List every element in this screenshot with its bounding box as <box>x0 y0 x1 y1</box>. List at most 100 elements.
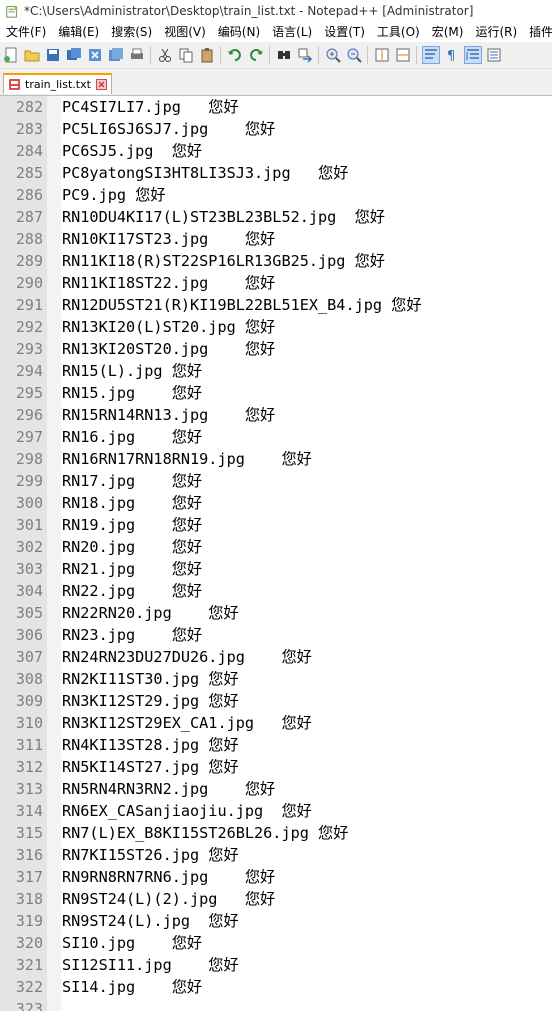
show-all-chars-icon[interactable]: ¶ <box>444 47 460 63</box>
close-file-icon[interactable] <box>87 47 103 63</box>
line-text[interactable]: RN7KI15ST26.jpg 您好 <box>62 844 239 866</box>
menu-item[interactable]: 编码(N) <box>212 22 266 42</box>
editor-line[interactable]: 299 RN17.jpg 您好 <box>0 470 552 492</box>
line-text[interactable]: RN13KI20ST20.jpg 您好 <box>62 338 275 360</box>
line-text[interactable]: RN21.jpg 您好 <box>62 558 202 580</box>
line-text[interactable]: RN9ST24(L)(2).jpg 您好 <box>62 888 275 910</box>
close-tab-icon[interactable] <box>95 79 107 90</box>
menu-item[interactable]: 设置(T) <box>318 22 371 42</box>
line-text[interactable]: PC9.jpg 您好 <box>62 184 166 206</box>
line-text[interactable]: PC6SJ5.jpg 您好 <box>62 140 202 162</box>
function-list-icon[interactable] <box>486 47 502 63</box>
line-text[interactable]: RN10DU4KI17(L)ST23BL23BL52.jpg 您好 <box>62 206 385 228</box>
editor-line[interactable]: 283 PC5LI6SJ6SJ7.jpg 您好 <box>0 118 552 140</box>
line-text[interactable]: SI12SI11.jpg 您好 <box>62 954 239 976</box>
editor-line[interactable]: 311 RN4KI13ST28.jpg 您好 <box>0 734 552 756</box>
editor-line[interactable]: 319 RN9ST24(L).jpg 您好 <box>0 910 552 932</box>
editor-line[interactable]: 296 RN15RN14RN13.jpg 您好 <box>0 404 552 426</box>
menu-item[interactable]: 视图(V) <box>158 22 212 42</box>
editor-line[interactable]: 298 RN16RN17RN18RN19.jpg 您好 <box>0 448 552 470</box>
editor-line[interactable]: 293 RN13KI20ST20.jpg 您好 <box>0 338 552 360</box>
menu-item[interactable]: 工具(O) <box>371 22 426 42</box>
line-text[interactable]: RN6EX_CASanjiaojiu.jpg 您好 <box>62 800 312 822</box>
line-text[interactable]: RN23.jpg 您好 <box>62 624 202 646</box>
line-text[interactable]: SI14.jpg 您好 <box>62 976 202 998</box>
line-text[interactable]: RN16RN17RN18RN19.jpg 您好 <box>62 448 312 470</box>
editor-line[interactable]: 294 RN15(L).jpg 您好 <box>0 360 552 382</box>
line-text[interactable]: SI10.jpg 您好 <box>62 932 202 954</box>
editor-line[interactable]: 287 RN10DU4KI17(L)ST23BL23BL52.jpg 您好 <box>0 206 552 228</box>
editor-line[interactable]: 321 SI12SI11.jpg 您好 <box>0 954 552 976</box>
line-text[interactable]: RN18.jpg 您好 <box>62 492 202 514</box>
editor-line[interactable]: 292 RN13KI20(L)ST20.jpg 您好 <box>0 316 552 338</box>
editor-line[interactable]: 302 RN20.jpg 您好 <box>0 536 552 558</box>
line-text[interactable]: RN24RN23DU27DU26.jpg 您好 <box>62 646 312 668</box>
line-text[interactable]: RN11KI18(R)ST22SP16LR13GB25.jpg 您好 <box>62 250 385 272</box>
word-wrap-icon[interactable] <box>421 46 440 64</box>
editor-line[interactable]: 285 PC8yatongSI3HT8LI3SJ3.jpg 您好 <box>0 162 552 184</box>
save-icon[interactable] <box>45 47 61 63</box>
line-text[interactable]: RN15(L).jpg 您好 <box>62 360 202 382</box>
line-text[interactable]: RN5KI14ST27.jpg 您好 <box>62 756 239 778</box>
find-icon[interactable] <box>276 47 292 63</box>
zoom-out-icon[interactable] <box>346 47 362 63</box>
menu-item[interactable]: 宏(M) <box>426 22 470 42</box>
save-all-icon[interactable] <box>66 47 82 63</box>
line-text[interactable]: PC8yatongSI3HT8LI3SJ3.jpg 您好 <box>62 162 348 184</box>
menu-item[interactable]: 运行(R) <box>469 22 523 42</box>
menu-item[interactable]: 编辑(E) <box>52 22 105 42</box>
print-icon[interactable] <box>129 47 145 63</box>
editor[interactable]: 282 PC4SI7LI7.jpg 您好 283 PC5LI6SJ6SJ7.jpg 您… <box>0 96 552 1011</box>
zoom-in-icon[interactable] <box>325 47 341 63</box>
new-file-icon[interactable] <box>3 47 19 63</box>
line-text[interactable]: RN5RN4RN3RN2.jpg 您好 <box>62 778 275 800</box>
editor-line[interactable]: 297 RN16.jpg 您好 <box>0 426 552 448</box>
line-text[interactable]: RN4KI13ST28.jpg 您好 <box>62 734 239 756</box>
open-file-icon[interactable] <box>24 47 40 63</box>
editor-line[interactable]: 305 RN22RN20.jpg 您好 <box>0 602 552 624</box>
paste-icon[interactable] <box>199 47 215 63</box>
line-text[interactable]: RN9ST24(L).jpg 您好 <box>62 910 239 932</box>
editor-line[interactable]: 300 RN18.jpg 您好 <box>0 492 552 514</box>
line-text[interactable]: RN15.jpg 您好 <box>62 382 202 404</box>
editor-line[interactable]: 289 RN11KI18(R)ST22SP16LR13GB25.jpg 您好 <box>0 250 552 272</box>
close-all-icon[interactable] <box>108 47 124 63</box>
line-text[interactable]: RN19.jpg 您好 <box>62 514 202 536</box>
copy-icon[interactable] <box>178 47 194 63</box>
editor-line[interactable]: 318 RN9ST24(L)(2).jpg 您好 <box>0 888 552 910</box>
editor-line[interactable]: 315 RN7(L)EX_B8KI15ST26BL26.jpg 您好 <box>0 822 552 844</box>
line-text[interactable]: RN22.jpg 您好 <box>62 580 202 602</box>
editor-line[interactable]: 291 RN12DU5ST21(R)KI19BL22BL51EX_B4.jpg 您… <box>0 294 552 316</box>
editor-line[interactable]: 308 RN2KI11ST30.jpg 您好 <box>0 668 552 690</box>
replace-icon[interactable] <box>297 47 313 63</box>
cut-icon[interactable] <box>157 47 173 63</box>
indent-guide-icon[interactable] <box>463 46 482 64</box>
editor-line[interactable]: 282 PC4SI7LI7.jpg 您好 <box>0 96 552 118</box>
line-text[interactable]: RN22RN20.jpg 您好 <box>62 602 239 624</box>
line-text[interactable]: RN10KI17ST23.jpg 您好 <box>62 228 275 250</box>
editor-line[interactable]: 310 RN3KI12ST29EX_CA1.jpg 您好 <box>0 712 552 734</box>
line-text[interactable]: RN20.jpg 您好 <box>62 536 202 558</box>
editor-line[interactable]: 322 SI14.jpg 您好 <box>0 976 552 998</box>
editor-line[interactable]: 314 RN6EX_CASanjiaojiu.jpg 您好 <box>0 800 552 822</box>
line-text[interactable]: RN16.jpg 您好 <box>62 426 202 448</box>
menu-item[interactable]: 搜索(S) <box>105 22 158 42</box>
line-text[interactable]: RN13KI20(L)ST20.jpg 您好 <box>62 316 275 338</box>
line-text[interactable]: RN11KI18ST22.jpg 您好 <box>62 272 275 294</box>
sync-horizontal-icon[interactable] <box>395 47 411 63</box>
editor-line[interactable]: 284 PC6SJ5.jpg 您好 <box>0 140 552 162</box>
line-text[interactable]: RN17.jpg 您好 <box>62 470 202 492</box>
sync-vertical-icon[interactable] <box>374 47 390 63</box>
line-text[interactable]: PC5LI6SJ6SJ7.jpg 您好 <box>62 118 275 140</box>
editor-line[interactable]: 309 RN3KI12ST29.jpg 您好 <box>0 690 552 712</box>
line-text[interactable]: RN3KI12ST29.jpg 您好 <box>62 690 239 712</box>
line-text[interactable]: RN9RN8RN7RN6.jpg 您好 <box>62 866 275 888</box>
line-text[interactable]: RN7(L)EX_B8KI15ST26BL26.jpg 您好 <box>62 822 348 844</box>
editor-line[interactable]: 286 PC9.jpg 您好 <box>0 184 552 206</box>
editor-line[interactable]: 303 RN21.jpg 您好 <box>0 558 552 580</box>
line-text[interactable]: PC4SI7LI7.jpg 您好 <box>62 96 239 118</box>
menu-item[interactable]: 语言(L) <box>266 22 318 42</box>
editor-line[interactable]: 317 RN9RN8RN7RN6.jpg 您好 <box>0 866 552 888</box>
editor-line[interactable]: 304 RN22.jpg 您好 <box>0 580 552 602</box>
editor-line[interactable]: 306 RN23.jpg 您好 <box>0 624 552 646</box>
